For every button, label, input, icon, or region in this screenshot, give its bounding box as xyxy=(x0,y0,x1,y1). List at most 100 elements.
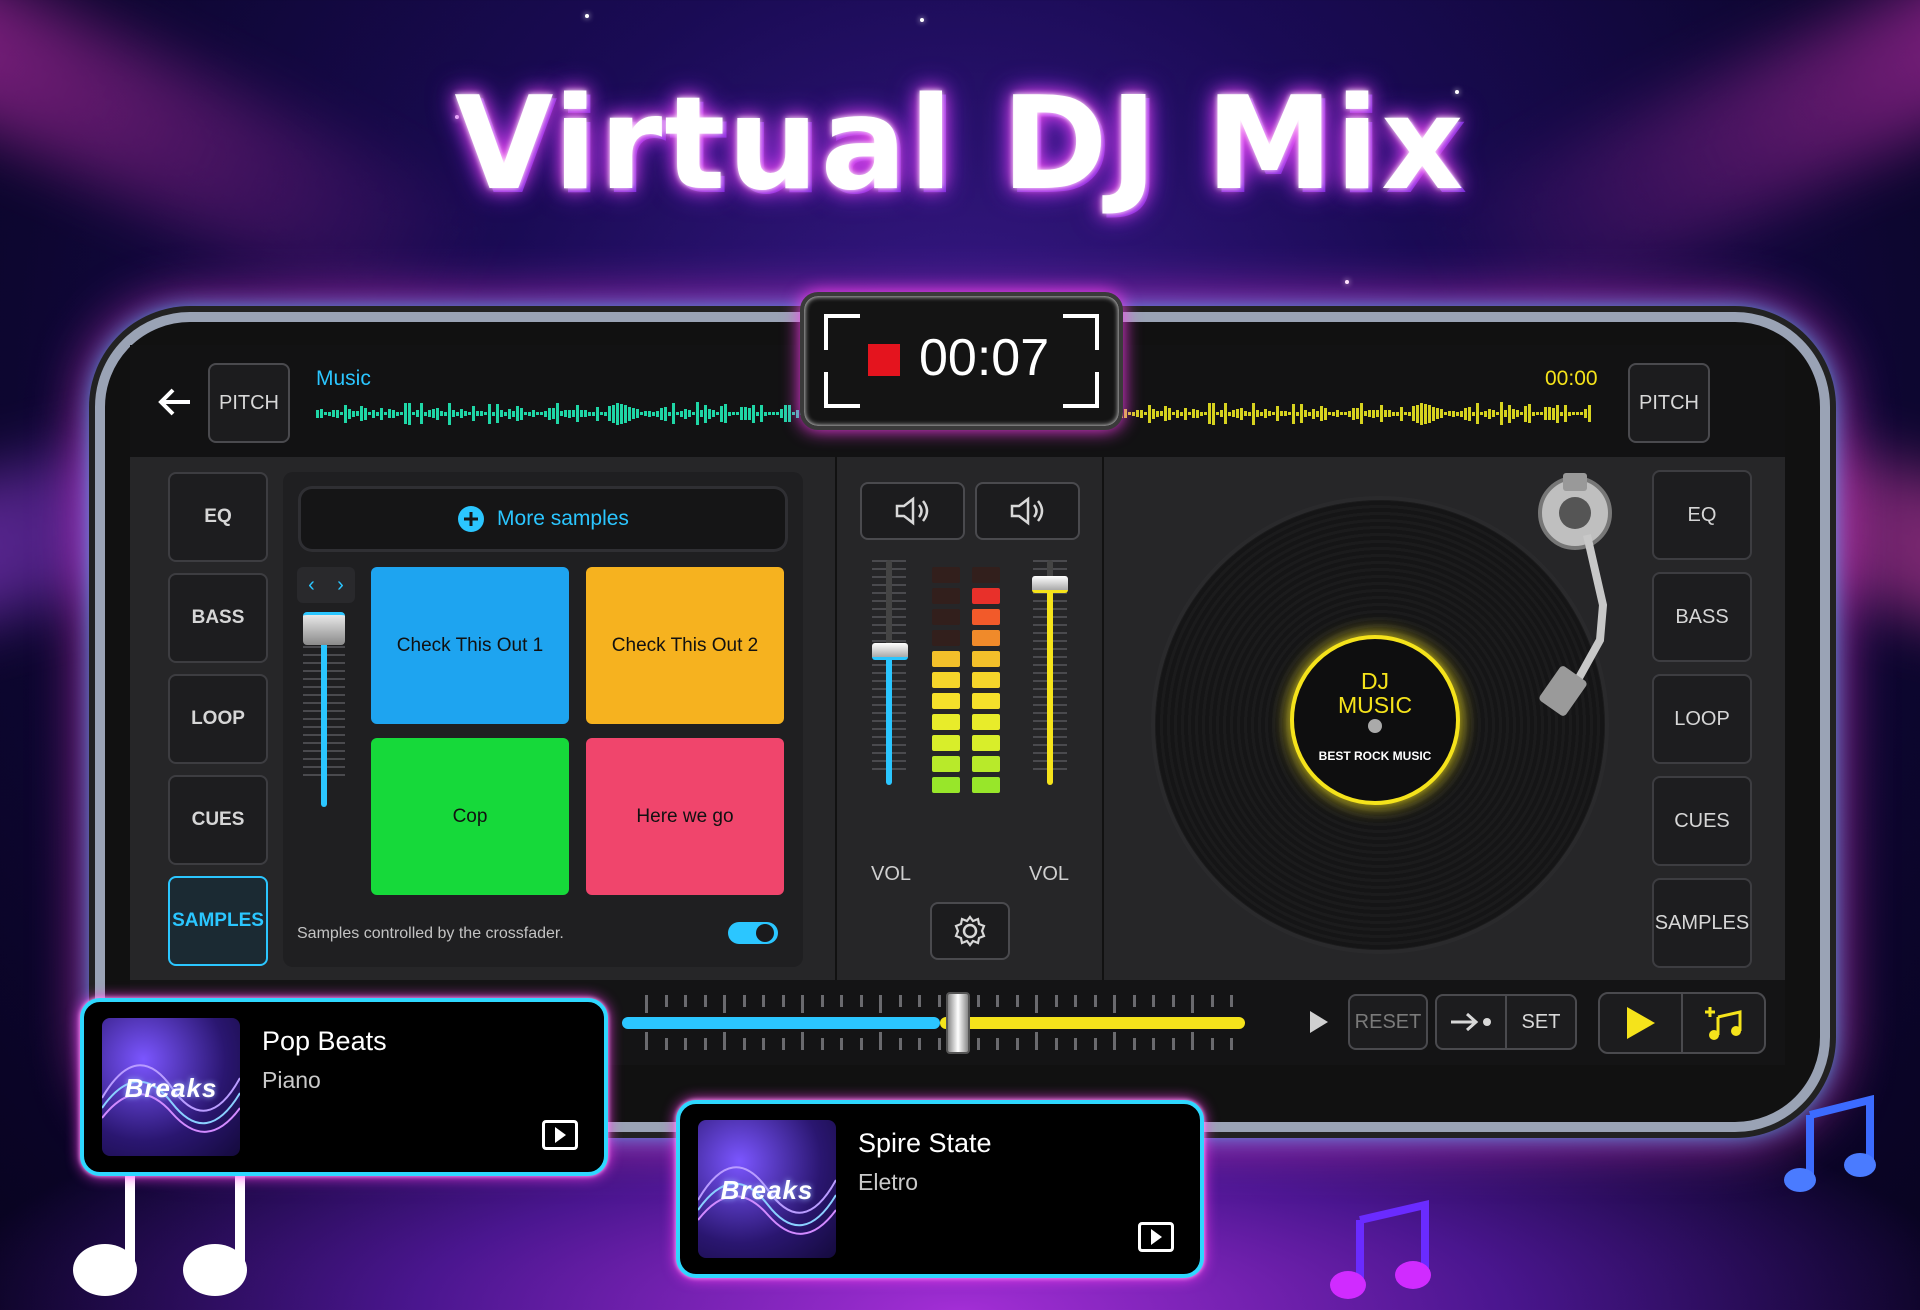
left-loop-button[interactable]: LOOP xyxy=(168,674,268,764)
crossfader-tick xyxy=(996,995,999,1007)
right-bass-button[interactable]: BASS xyxy=(1652,572,1752,662)
crossfader-tick xyxy=(645,995,648,1013)
crossfader-tick xyxy=(898,995,902,1007)
sample-pad-1[interactable]: Check This Out 1 xyxy=(371,567,569,724)
waveform-bar xyxy=(648,410,651,417)
left-cues-button[interactable]: CUES xyxy=(168,775,268,865)
waveform-bar xyxy=(784,405,787,422)
waveform-bar xyxy=(1244,411,1247,416)
crossfader-tick xyxy=(684,995,687,1007)
waveform-bar xyxy=(1536,412,1539,415)
music-note-plus-icon xyxy=(1704,1007,1741,1040)
crossfader-tick xyxy=(723,995,726,1013)
waveform-bar xyxy=(604,411,607,416)
waveform-bar xyxy=(1240,407,1243,420)
waveform-bar xyxy=(736,412,739,415)
waveform-bar xyxy=(688,410,691,417)
waveform-bar xyxy=(1332,411,1335,416)
crossfader-tick xyxy=(879,1032,882,1050)
waveform-bar xyxy=(600,412,603,415)
waveform-bar xyxy=(1164,406,1167,421)
right-loop-button[interactable]: LOOP xyxy=(1652,674,1752,764)
more-samples-button[interactable]: More samples xyxy=(298,486,788,552)
pitch-right-button[interactable]: PITCH xyxy=(1628,363,1710,443)
waveform-bar xyxy=(656,410,659,417)
waveform-bar xyxy=(1216,412,1219,415)
sample-pad-3[interactable]: Cop xyxy=(371,738,569,895)
waveform-bar xyxy=(640,412,643,415)
left-bass-button[interactable]: BASS xyxy=(168,573,268,663)
waveform-bar xyxy=(1448,411,1451,416)
play-button[interactable] xyxy=(1598,992,1683,1054)
crossfader-knob[interactable] xyxy=(946,992,971,1054)
waveform-bar xyxy=(340,412,343,415)
set-button[interactable]: SET xyxy=(1505,994,1577,1050)
crossfader-tick xyxy=(703,1038,707,1050)
waveform-bar xyxy=(1392,411,1395,416)
waveform-bar xyxy=(764,411,767,416)
play-small-icon[interactable] xyxy=(1310,1011,1328,1033)
right-samples-button[interactable]: SAMPLES xyxy=(1652,878,1752,968)
pad-label: Check This Out 2 xyxy=(611,634,759,656)
waveform-bar xyxy=(1540,412,1543,415)
waveform-bar xyxy=(496,404,499,423)
chevron-right-icon[interactable]: › xyxy=(337,574,344,597)
waveform-bar xyxy=(1200,411,1203,416)
vol-left-knob[interactable] xyxy=(872,643,908,660)
led-segment xyxy=(932,714,960,730)
speaker-right-button[interactable] xyxy=(975,482,1080,540)
waveform-bar xyxy=(1316,410,1319,417)
sample-pad-2[interactable]: Check This Out 2 xyxy=(586,567,784,724)
play-icon[interactable] xyxy=(542,1120,578,1150)
waveform-bar xyxy=(788,405,791,422)
waveform-bar xyxy=(416,410,419,417)
waveform-bar xyxy=(1404,412,1407,415)
left-eq-button[interactable]: EQ xyxy=(168,472,268,562)
led-segment xyxy=(972,756,1000,772)
crossfader-tick xyxy=(1132,1038,1136,1050)
vol-right-knob[interactable] xyxy=(1032,575,1068,593)
waveform-bar xyxy=(720,405,723,422)
speaker-icon xyxy=(1010,496,1043,526)
reset-button[interactable]: RESET xyxy=(1348,994,1428,1050)
sample-volume-knob[interactable] xyxy=(303,612,345,645)
led-segment xyxy=(932,672,960,688)
crossfader-tick xyxy=(976,995,980,1007)
waveform-bar xyxy=(484,412,487,415)
led-segment xyxy=(972,630,1000,646)
waveform-bar xyxy=(492,411,495,416)
crossfader-tick xyxy=(820,995,824,1007)
waveform-bar xyxy=(1132,411,1135,416)
speaker-left-button[interactable] xyxy=(860,482,965,540)
song-card[interactable]: Breaks Spire State Eletro xyxy=(676,1100,1204,1278)
pitch-left-button[interactable]: PITCH xyxy=(208,363,290,443)
chevron-left-icon[interactable]: ‹ xyxy=(308,574,315,597)
tonearm-icon[interactable] xyxy=(1505,465,1655,735)
waveform-bar xyxy=(580,410,583,417)
waveform-right[interactable] xyxy=(1120,402,1600,428)
waveform-bar xyxy=(1516,410,1519,417)
cue-arrow-button[interactable] xyxy=(1435,994,1507,1050)
sample-pad-4[interactable]: Here we go xyxy=(586,738,784,895)
left-samples-button[interactable]: SAMPLES xyxy=(168,876,268,966)
song-card[interactable]: Breaks Pop Beats Piano xyxy=(80,998,608,1176)
waveform-bar xyxy=(1560,411,1563,416)
right-cues-button[interactable]: CUES xyxy=(1652,776,1752,866)
play-icon xyxy=(1626,1007,1655,1039)
waveform-bar xyxy=(1272,412,1275,415)
waveform-bar xyxy=(748,407,751,420)
right-eq-button[interactable]: EQ xyxy=(1652,470,1752,560)
settings-button[interactable] xyxy=(930,902,1010,960)
crossfader-tick xyxy=(1113,995,1116,1013)
crossfader-toggle[interactable] xyxy=(728,922,778,944)
recording-timer[interactable]: 00:07 xyxy=(800,292,1123,430)
led-segment xyxy=(972,777,1000,793)
crossfader-tick xyxy=(1074,1038,1077,1050)
waveform-bar xyxy=(448,402,451,425)
waveform-bar xyxy=(1128,412,1131,415)
crossfader-tick xyxy=(762,995,765,1007)
back-arrow-icon[interactable] xyxy=(158,387,192,417)
waveform-bar xyxy=(384,412,387,415)
play-icon[interactable] xyxy=(1138,1222,1174,1252)
add-music-button[interactable] xyxy=(1681,992,1766,1054)
